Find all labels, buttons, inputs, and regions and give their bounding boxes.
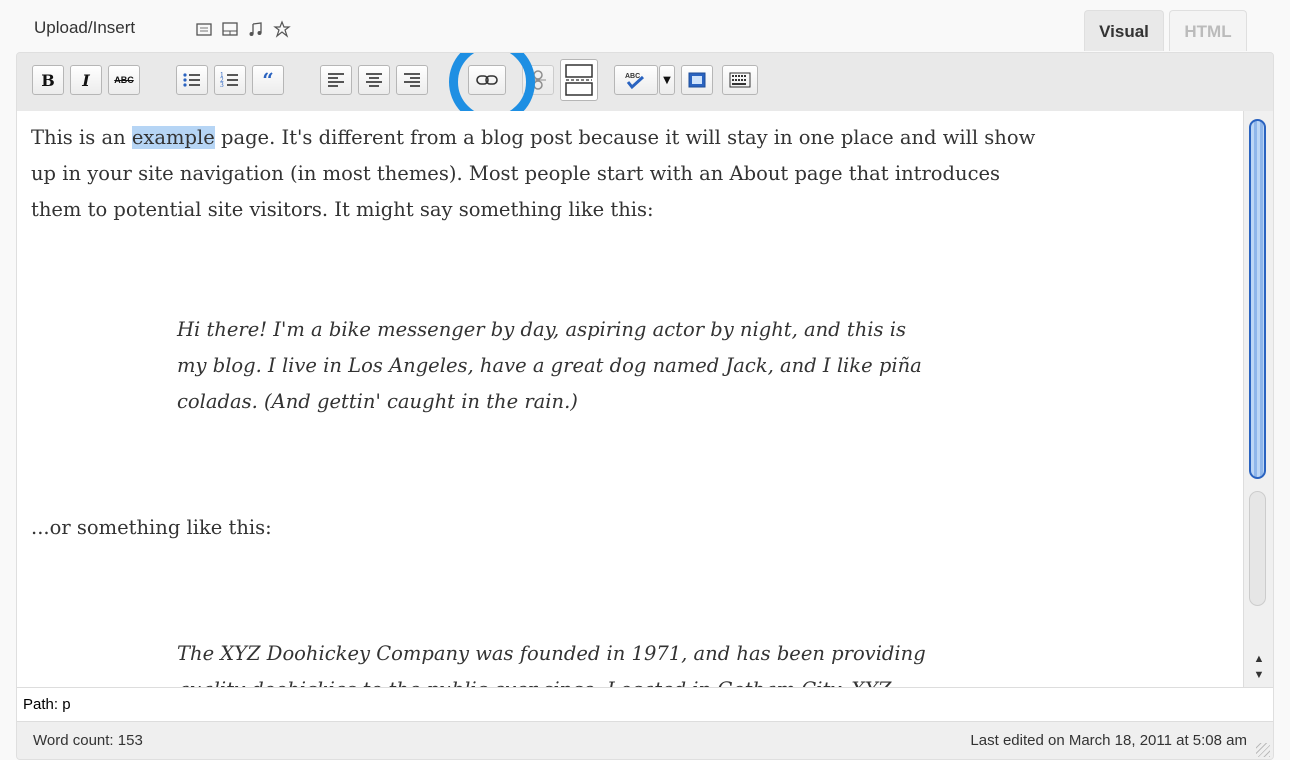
insert-more-button[interactable] <box>560 59 598 101</box>
intro-text-start: This is an <box>31 126 132 149</box>
scrollbar-thumb[interactable] <box>1249 119 1266 479</box>
link-icon <box>476 75 498 85</box>
video-icon[interactable] <box>221 20 239 38</box>
or-line: ...or something like this: <box>31 516 272 539</box>
tab-visual[interactable]: Visual <box>1084 10 1164 51</box>
align-center-icon <box>366 73 382 87</box>
kitchen-sink-button[interactable] <box>722 65 758 95</box>
scrollbar-track <box>1249 491 1266 606</box>
fullscreen-button[interactable] <box>681 65 713 95</box>
visual-editor: B I ABC 123 “ ABC ▼ This is an example p… <box>16 52 1274 760</box>
editor-content[interactable]: This is an example page. It's different … <box>17 111 1243 687</box>
bulleted-list-button[interactable] <box>176 65 208 95</box>
status-bar: Word count: 153 Last edited on March 18,… <box>17 721 1273 759</box>
unlink-icon <box>530 70 546 90</box>
intro-paragraph: This is an example page. It's different … <box>31 120 1041 228</box>
strikethrough-button[interactable]: ABC <box>108 65 140 95</box>
spellcheck-button[interactable]: ABC <box>614 65 658 95</box>
kitchen-sink-icon <box>729 72 751 88</box>
blockquote-2: The XYZ Doohickey Company was founded in… <box>177 642 926 687</box>
scroll-down-arrow-icon[interactable]: ▼ <box>1245 667 1273 683</box>
align-left-icon <box>328 73 344 87</box>
spellcheck-dropdown[interactable]: ▼ <box>659 65 675 95</box>
unlink-button[interactable] <box>522 65 554 95</box>
align-right-icon <box>404 73 420 87</box>
scroll-up-arrow-icon[interactable]: ▲ <box>1245 651 1273 667</box>
bold-button[interactable]: B <box>32 65 64 95</box>
last-edited: Last edited on March 18, 2011 at 5:08 am <box>970 732 1247 749</box>
align-center-button[interactable] <box>358 65 390 95</box>
word-count: Word count: 153 <box>33 732 143 749</box>
media-icon[interactable] <box>273 20 291 38</box>
fullscreen-icon <box>688 72 706 88</box>
chevron-down-icon: ▼ <box>663 74 671 86</box>
tab-html[interactable]: HTML <box>1169 10 1247 51</box>
vertical-scrollbar[interactable]: ▲ ▼ <box>1243 111 1273 687</box>
element-path: Path: p <box>17 687 1273 722</box>
image-icon[interactable] <box>195 20 213 38</box>
resize-handle-icon[interactable] <box>1256 743 1270 757</box>
editor-header: Upload/Insert Visual HTML <box>0 0 1290 52</box>
numbered-list-icon: 123 <box>220 72 238 89</box>
media-buttons <box>195 20 291 38</box>
align-right-button[interactable] <box>396 65 428 95</box>
path-label: Path: p <box>23 696 71 713</box>
blockquote-icon: “ <box>262 68 274 92</box>
spellcheck-icon: ABC <box>625 73 645 90</box>
insert-link-button[interactable] <box>468 65 506 95</box>
align-left-button[interactable] <box>320 65 352 95</box>
numbered-list-button[interactable]: 123 <box>214 65 246 95</box>
bulleted-list-icon <box>183 73 200 87</box>
selected-word: example <box>131 126 215 149</box>
blockquote-1: Hi there! I'm a bike messenger by day, a… <box>177 318 922 413</box>
more-tag-icon <box>565 64 593 96</box>
formatting-toolbar: B I ABC 123 “ ABC ▼ <box>17 53 1273 125</box>
upload-insert-label: Upload/Insert <box>34 18 136 37</box>
svg-text:3: 3 <box>220 82 224 89</box>
italic-button[interactable]: I <box>70 65 102 95</box>
svg-text:ABC: ABC <box>625 73 640 80</box>
blockquote-button[interactable]: “ <box>252 65 284 95</box>
audio-icon[interactable] <box>247 20 265 38</box>
